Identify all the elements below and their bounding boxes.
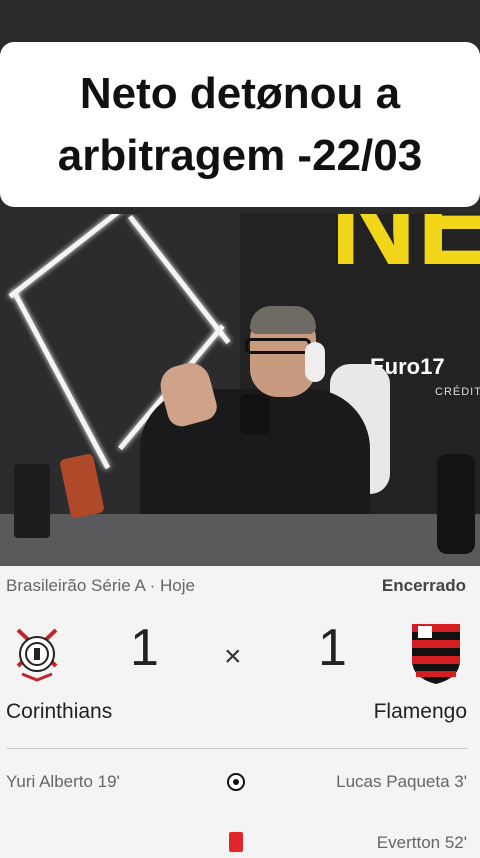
desk bbox=[0, 514, 480, 566]
sign-letters: NETO bbox=[330, 214, 480, 290]
away-team-name[interactable]: Flamengo bbox=[374, 700, 467, 724]
glasses bbox=[245, 338, 311, 354]
away-score: 1 bbox=[318, 619, 347, 677]
video-caption: Neto detønou a arbitragem -22/03 bbox=[0, 42, 480, 207]
water-bottle bbox=[437, 454, 475, 554]
tumbler-cup bbox=[14, 464, 50, 538]
video-frame[interactable]: NETO Euro17 CRÉDIT bbox=[0, 214, 480, 566]
soccer-ball-icon bbox=[226, 772, 246, 797]
sponsor-subtext: CRÉDIT bbox=[435, 386, 480, 398]
match-score-card[interactable]: Brasileirão Série A · Hoje Encerrado 1 ×… bbox=[0, 566, 480, 854]
event-red-card-player: Evertton 52' bbox=[376, 833, 467, 852]
corinthians-crest-icon[interactable] bbox=[14, 626, 60, 687]
led-light bbox=[128, 214, 231, 345]
event-away-scorer: Lucas Paqueta 3' bbox=[336, 772, 467, 791]
league-label: Brasileirão Série A · Hoje bbox=[6, 576, 195, 595]
caption-line-2: arbitragem -22/03 bbox=[57, 130, 423, 180]
microphone bbox=[240, 394, 270, 434]
home-score: 1 bbox=[130, 619, 159, 677]
led-light bbox=[8, 214, 170, 299]
led-light bbox=[11, 290, 111, 470]
flamengo-crest-icon[interactable] bbox=[410, 622, 462, 691]
caption-line-1: Neto detønou a bbox=[79, 68, 401, 118]
match-status: Encerrado bbox=[381, 576, 466, 595]
headphones bbox=[305, 342, 325, 382]
event-home-scorer: Yuri Alberto 19' bbox=[6, 772, 120, 791]
divider bbox=[6, 748, 468, 749]
presenter-hair bbox=[250, 306, 316, 334]
score-separator: × bbox=[224, 640, 242, 673]
caption-text: Neto detønou a arbitragem -22/03 bbox=[58, 63, 422, 187]
home-team-name[interactable]: Corinthians bbox=[6, 700, 112, 724]
